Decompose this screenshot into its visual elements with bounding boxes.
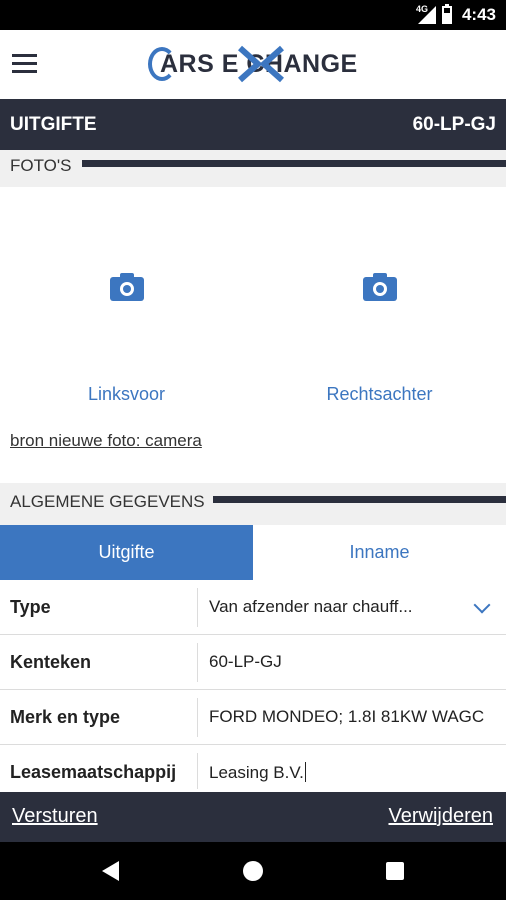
- photo-source-link[interactable]: bron nieuwe foto: camera: [10, 431, 202, 451]
- photo-slot-rechtsachter[interactable]: Rechtsachter: [253, 187, 506, 417]
- home-icon[interactable]: [243, 861, 263, 881]
- send-button[interactable]: Versturen: [12, 805, 98, 828]
- merk-type-field[interactable]: FORD MONDEO; 1.8I 81KW WAGC: [209, 707, 498, 727]
- photos-panel: Linksvoor Rechtsachter bron nieuwe foto:…: [0, 187, 506, 465]
- recent-apps-icon[interactable]: [386, 862, 404, 880]
- hamburger-menu-icon[interactable]: [12, 54, 37, 74]
- field-row-type[interactable]: Type Van afzender naar chauff...: [0, 580, 506, 635]
- text-cursor: [304, 762, 306, 782]
- section-divider: [212, 496, 506, 503]
- signal-icon: 4G: [416, 4, 436, 24]
- bottom-action-bar: Versturen Verwijderen: [0, 792, 506, 842]
- back-icon[interactable]: [102, 861, 119, 881]
- field-label: Leasemaatschappij: [10, 762, 177, 782]
- app-header: ARS E CHANGE: [0, 30, 506, 99]
- kenteken-field[interactable]: 60-LP-GJ: [209, 652, 496, 672]
- status-bar: 4G 4:43: [0, 0, 506, 30]
- field-label: Kenteken: [10, 652, 92, 672]
- type-select[interactable]: Van afzender naar chauff...: [209, 597, 456, 617]
- photos-section-header: FOTO'S: [0, 150, 506, 187]
- tab-bar: Uitgifte Inname: [0, 525, 506, 580]
- logo-x-arrows: [238, 45, 284, 83]
- chevron-down-icon[interactable]: [473, 596, 491, 614]
- field-label: Merk en type: [10, 707, 121, 727]
- leasemaatschappij-field[interactable]: Leasing B.V.: [209, 762, 306, 783]
- battery-icon: [442, 4, 452, 24]
- photos-section-title: FOTO'S: [10, 156, 80, 176]
- tab-inname[interactable]: Inname: [253, 525, 506, 580]
- leasemaatschappij-value: Leasing B.V.: [209, 763, 304, 782]
- field-row-merk-type: Merk en type FORD MONDEO; 1.8I 81KW WAGC: [0, 690, 506, 745]
- camera-icon[interactable]: [363, 273, 397, 301]
- delete-button[interactable]: Verwijderen: [388, 805, 493, 828]
- field-row-leasemaatschappij: Leasemaatschappij Leasing B.V.: [0, 745, 506, 795]
- status-time: 4:43: [461, 5, 496, 24]
- photo-label[interactable]: Linksvoor: [0, 384, 253, 405]
- general-section-header: ALGEMENE GEGEVENS: [0, 483, 506, 525]
- page-title: UITGIFTE: [10, 114, 97, 135]
- photo-label[interactable]: Rechtsachter: [253, 384, 506, 405]
- cars-exchange-logo: ARS E CHANGE: [148, 44, 360, 84]
- system-nav-bar: [0, 842, 506, 900]
- camera-icon[interactable]: [110, 273, 144, 301]
- title-bar: UITGIFTE 60-LP-GJ: [0, 99, 506, 150]
- license-plate: 60-LP-GJ: [412, 114, 496, 135]
- tab-uitgifte[interactable]: Uitgifte: [0, 525, 253, 580]
- section-divider: [82, 160, 506, 167]
- photo-slot-linksvoor[interactable]: Linksvoor: [0, 187, 253, 417]
- general-section-title: ALGEMENE GEGEVENS: [10, 492, 213, 512]
- field-label: Type: [10, 597, 51, 617]
- field-row-kenteken: Kenteken 60-LP-GJ: [0, 635, 506, 690]
